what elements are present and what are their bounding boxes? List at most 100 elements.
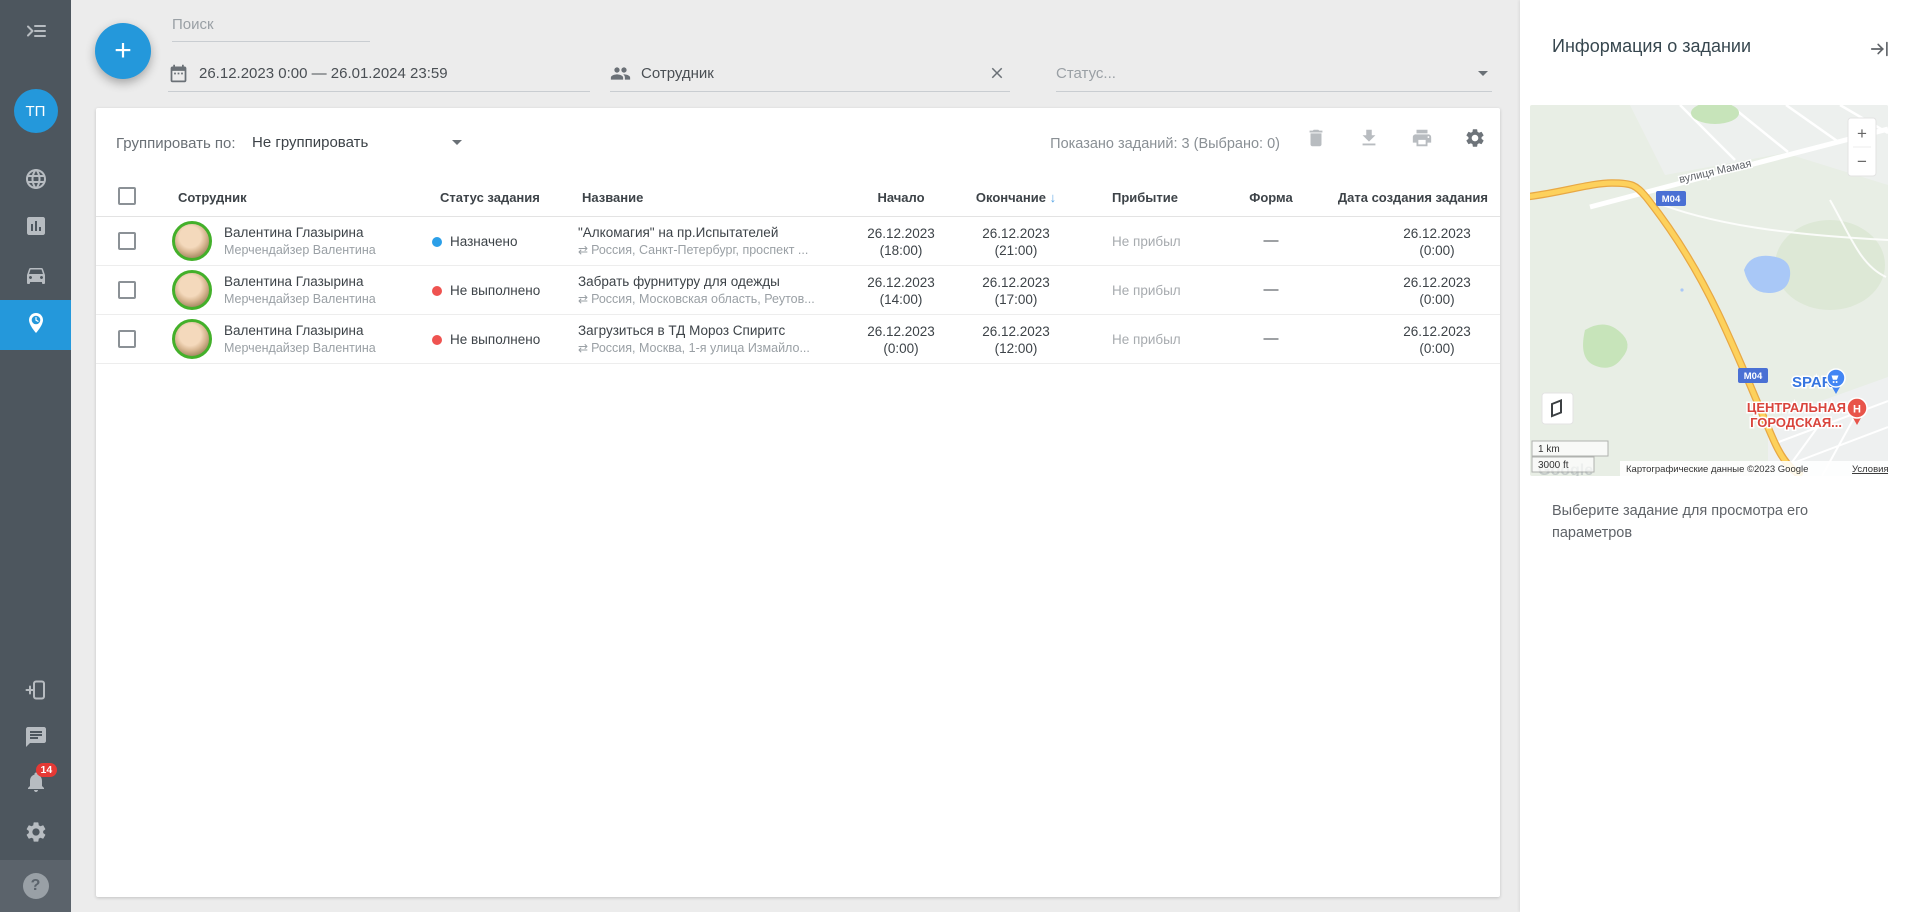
poi-hospital-label-2: ГОРОДСКАЯ... (1750, 415, 1842, 430)
employee-avatar (172, 319, 212, 359)
task-address: ⇄Россия, Московская область, Реутов... (578, 292, 815, 306)
route-icon: ⇄ (578, 292, 588, 306)
group-by-select[interactable]: Не группировать (252, 134, 462, 151)
route-shield: M04 (1656, 191, 1686, 206)
column-header-name[interactable]: Название (582, 190, 643, 205)
status-filter[interactable]: Статус... (1056, 56, 1492, 92)
row-checkbox[interactable] (118, 232, 136, 250)
group-by-label: Группировать по: (116, 135, 236, 152)
map-zoom-control[interactable]: + − (1848, 118, 1876, 176)
column-header-start[interactable]: Начало (846, 190, 956, 205)
sidebar-item-web[interactable] (0, 158, 71, 204)
row-checkbox[interactable] (118, 330, 136, 348)
search-input[interactable]: Поиск (172, 8, 370, 42)
column-header-form[interactable]: Форма (1241, 190, 1301, 205)
arrival-cell: Не прибыл (1112, 234, 1181, 249)
table-row[interactable]: Валентина Глазырина Мерчендайзер Валенти… (96, 266, 1500, 315)
start-cell: 26.12.2023(14:00) (846, 274, 956, 308)
employee-name: Валентина Глазырина (224, 274, 363, 289)
chat-icon (24, 725, 48, 754)
task-address: ⇄Россия, Санкт-Петербург, проспект ... (578, 243, 808, 257)
route-icon: ⇄ (578, 243, 588, 257)
collapse-panel-icon[interactable] (1869, 38, 1891, 60)
print-button[interactable] (1411, 127, 1433, 149)
map-terms-link[interactable]: Условия (1852, 464, 1888, 475)
sidebar-item-messages[interactable] (0, 716, 71, 762)
bell-icon: 14 (24, 770, 48, 799)
add-task-button[interactable]: + (95, 23, 151, 79)
svg-text:M04: M04 (1744, 371, 1763, 382)
arrival-cell: Не прибыл (1112, 332, 1181, 347)
chevron-down-icon (452, 140, 462, 145)
task-pin-clock-icon (24, 311, 48, 340)
created-cell: 26.12.2023(0:00) (1382, 323, 1492, 357)
task-info-panel: Информация о задании (1520, 0, 1913, 912)
employee-avatar (172, 270, 212, 310)
map-scale-ft: 3000 ft (1532, 457, 1594, 472)
svg-text:1 km: 1 km (1538, 444, 1560, 455)
status-text: Назначено (450, 234, 517, 249)
column-header-arrival[interactable]: Прибытие (1112, 190, 1178, 205)
task-title: "Алкомагия" на пр.Испытателей (578, 225, 778, 240)
map-canvas: вулиця Мамая M04 M04 SPAR ЦЕНТРАЛЬНАЯ ГО… (1530, 105, 1888, 476)
route-icon: ⇄ (578, 341, 588, 355)
svg-text:M04: M04 (1662, 194, 1681, 205)
select-all-checkbox[interactable] (118, 187, 136, 205)
map-imagery-button[interactable] (1542, 393, 1573, 424)
sidebar-item-reports[interactable] (0, 205, 71, 251)
table-settings-button[interactable] (1464, 127, 1486, 149)
svg-text:3000 ft: 3000 ft (1538, 460, 1569, 471)
delete-button[interactable] (1305, 127, 1327, 149)
sidebar-item-notifications[interactable]: 14 (0, 761, 71, 807)
employee-role: Мерчендайзер Валентина (224, 341, 376, 355)
user-avatar-item[interactable]: ТП (0, 88, 71, 134)
task-title: Забрать фурнитуру для одежды (578, 274, 780, 289)
form-cell: — (1241, 281, 1301, 298)
zoom-out-button[interactable]: − (1857, 152, 1867, 171)
download-button[interactable] (1358, 127, 1380, 149)
created-cell: 26.12.2023(0:00) (1382, 225, 1492, 259)
notifications-count-badge: 14 (36, 763, 58, 778)
sidebar-item-vehicles[interactable] (0, 254, 71, 300)
row-checkbox[interactable] (118, 281, 136, 299)
column-header-employee[interactable]: Сотрудник (178, 190, 247, 205)
employee-name: Валентина Глазырина (224, 225, 363, 240)
tasks-card: Группировать по: Не группировать Показан… (96, 108, 1500, 897)
employee-filter-value: Сотрудник (641, 65, 714, 82)
task-address: ⇄Россия, Москва, 1-я улица Измайло... (578, 341, 810, 355)
employee-filter[interactable]: Сотрудник (610, 56, 1010, 92)
help-icon: ? (23, 873, 49, 899)
sidebar-item-tasks[interactable] (0, 300, 71, 350)
status-filter-placeholder: Статус... (1056, 65, 1116, 82)
sidebar: ТП 14 ? (0, 0, 71, 912)
status-text: Не выполнено (450, 332, 540, 347)
end-cell: 26.12.2023(21:00) (956, 225, 1076, 259)
table-row[interactable]: Валентина Глазырина Мерчендайзер Валенти… (96, 217, 1500, 266)
poi-hospital-label-1: ЦЕНТРАЛЬНАЯ (1747, 400, 1846, 415)
column-header-status[interactable]: Статус задания (440, 190, 540, 205)
menu-toggle-button[interactable] (0, 10, 71, 56)
map-attribution: Картографические данные ©2023 Google (1626, 464, 1808, 475)
tasks-summary: Показано заданий: 3 (Выбрано: 0) (1050, 136, 1280, 152)
sidebar-item-add-device[interactable] (0, 669, 71, 715)
date-range-filter[interactable]: 26.12.2023 0:00 — 26.01.2024 23:59 (168, 56, 590, 92)
sidebar-help-item[interactable]: ? (0, 860, 71, 912)
sidebar-item-settings[interactable] (0, 811, 71, 857)
group-by-value: Не группировать (252, 134, 368, 151)
status-text: Не выполнено (450, 283, 540, 298)
map[interactable]: вулиця Мамая M04 M04 SPAR ЦЕНТРАЛЬНАЯ ГО… (1530, 105, 1888, 476)
globe-icon (24, 167, 48, 196)
column-header-end[interactable]: Окончание ↓ (956, 190, 1076, 205)
chevron-down-icon (1478, 71, 1488, 76)
status-dot (432, 237, 442, 247)
arrival-cell: Не прибыл (1112, 283, 1181, 298)
zoom-in-button[interactable]: + (1857, 124, 1867, 143)
table-toolbar: Группировать по: Не группировать Показан… (96, 108, 1500, 178)
start-cell: 26.12.2023(18:00) (846, 225, 956, 259)
table-row[interactable]: Валентина Глазырина Мерчендайзер Валенти… (96, 315, 1500, 364)
status-dot (432, 286, 442, 296)
form-cell: — (1241, 330, 1301, 347)
bar-chart-icon (24, 214, 48, 243)
clear-employee-icon[interactable] (988, 64, 1006, 86)
column-header-created[interactable]: Дата создания задания (1322, 190, 1492, 205)
